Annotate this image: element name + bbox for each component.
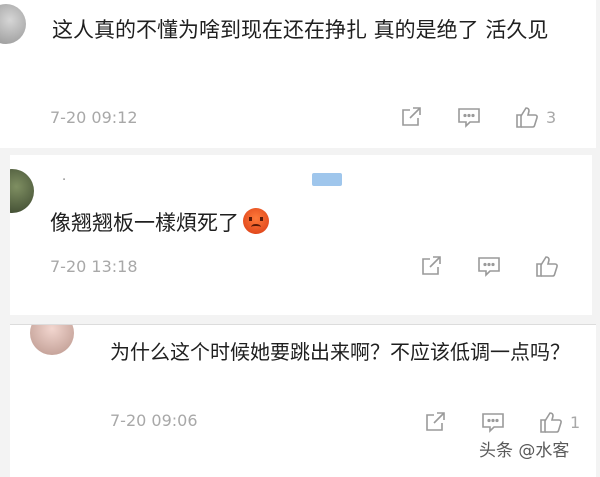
share-icon [426,412,445,431]
comment-text-body: 像翘翘板一樣煩死了 [50,211,239,235]
comment-text: 像翘翘板一樣煩死了 [50,205,570,241]
like-button[interactable]: 1 [538,409,580,435]
comment-text: 这人真的不懂为啥到现在还在挣扎 真的是绝了 活久见 [52,18,549,42]
verified-badge [312,173,342,186]
like-count: 3 [546,107,557,127]
avatar[interactable] [30,325,74,355]
reply-button[interactable] [476,253,502,279]
like-button[interactable]: 3 [514,104,556,130]
reply-button[interactable] [480,409,506,435]
comment-timestamp: 7-20 13:18 [50,257,138,276]
comment-actions: 1 [422,409,580,435]
comment-card: 这人真的不懂为啥到现在还在挣扎 真的是绝了 活久见 7-20 09:12 3 [0,0,596,148]
thumbs-up-icon [540,412,562,433]
share-button[interactable] [418,253,444,279]
avatar[interactable] [10,169,34,213]
share-icon [402,107,421,126]
avatar[interactable] [0,4,26,44]
comment-timestamp: 7-20 09:06 [110,411,198,430]
angry-face-emoji [243,208,269,234]
share-icon [422,256,441,275]
like-button[interactable] [534,253,566,279]
comment-actions [418,253,566,279]
share-button[interactable] [398,104,424,130]
comment-icon [458,108,480,128]
watermark: 头条 @水客 [476,436,573,461]
comment-text: 为什么这个时候她要跳出来啊？不应该低调一点吗？ [110,340,570,364]
thumbs-up-icon [536,256,558,277]
like-count: 1 [570,412,581,432]
comment-card: . 像翘翘板一樣煩死了 7-20 13:18 [10,155,592,315]
thumbs-up-icon [516,107,538,128]
share-button[interactable] [422,409,448,435]
comment-actions: 3 [398,104,556,130]
comment-icon [478,257,500,277]
comment-timestamp: 7-20 09:12 [50,108,138,127]
comment-icon [482,413,504,433]
username[interactable]: . [62,169,66,184]
reply-button[interactable] [456,104,482,130]
